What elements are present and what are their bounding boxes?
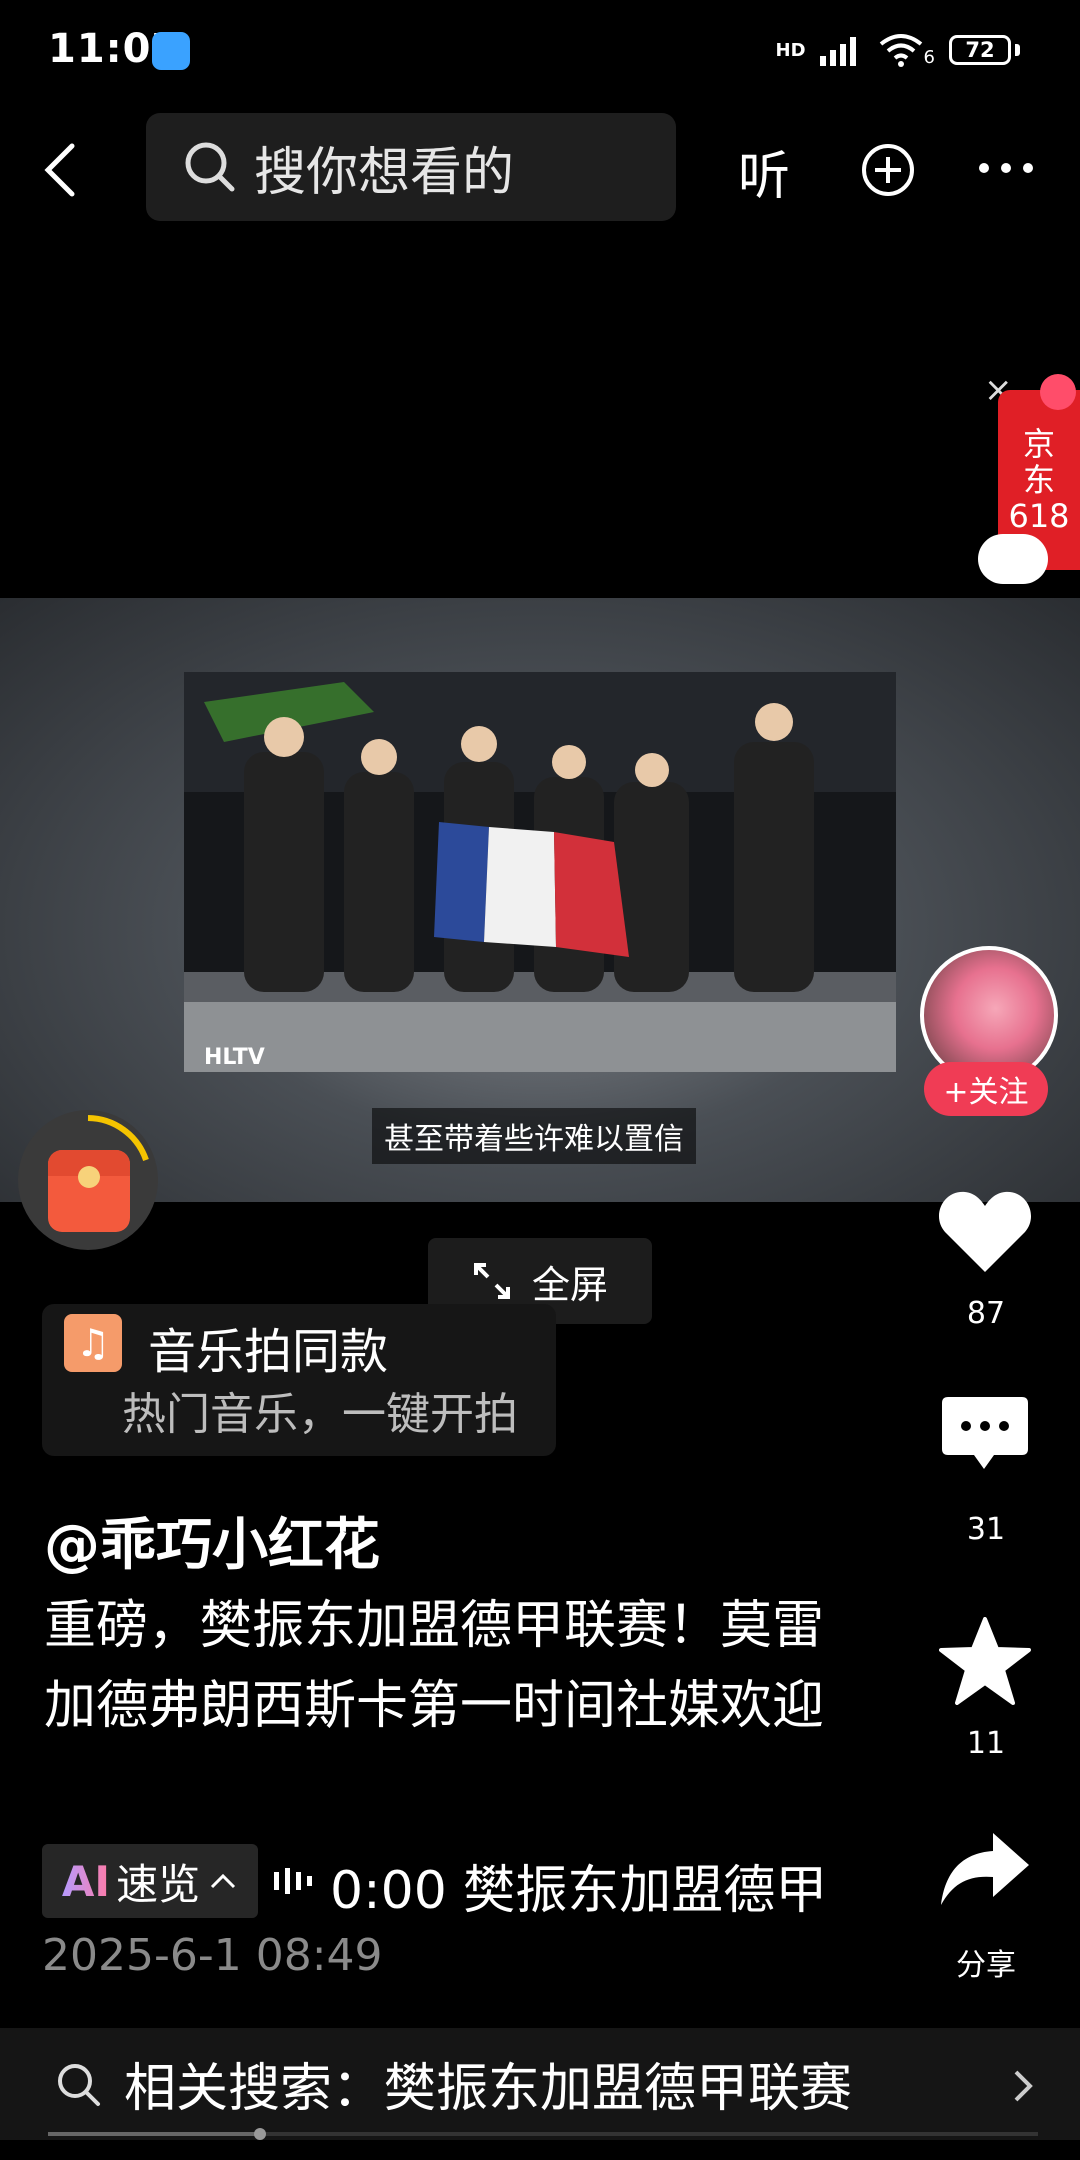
music-subtitle: 热门音乐，一键开拍 xyxy=(122,1389,518,1440)
wifi-index: 6 xyxy=(923,46,935,68)
video-progress-fill xyxy=(48,2132,258,2136)
favorite-count: 11 xyxy=(966,1726,1006,1761)
battery-tip xyxy=(1015,44,1020,56)
follow-button[interactable]: +关注 xyxy=(924,1062,1048,1116)
related-search-icon xyxy=(58,2064,100,2106)
more-icon[interactable] xyxy=(978,160,1034,176)
share-label: 分享 xyxy=(956,1948,1016,1983)
author-name[interactable]: @乖巧小红花 xyxy=(44,1500,380,1581)
music-title: 音乐拍同款 xyxy=(148,1324,389,1380)
video-progress-handle[interactable] xyxy=(254,2128,266,2140)
ad-mascot-icon xyxy=(978,534,1048,584)
comment-count: 31 xyxy=(966,1512,1006,1547)
red-packet-icon xyxy=(48,1150,130,1232)
video-subtitle: 甚至带着些许难以置信 xyxy=(372,1108,696,1164)
wifi-icon xyxy=(879,34,922,67)
star-icon xyxy=(939,1617,1031,1705)
video-frame[interactable]: HLTV xyxy=(184,672,896,1072)
back-icon[interactable] xyxy=(40,140,80,200)
music-note-icon: ♫ xyxy=(64,1314,122,1372)
hltv-watermark: HLTV xyxy=(204,1045,265,1070)
like-count: 87 xyxy=(966,1296,1006,1331)
battery-level: 72 xyxy=(965,38,995,62)
like-button[interactable] xyxy=(930,1176,1040,1286)
comment-icon xyxy=(942,1397,1028,1469)
expand-icon xyxy=(473,1263,510,1299)
post-description: 重磅，樊振东加盟德甲联赛！莫雷加德弗朗西斯卡第一时间社媒欢迎 xyxy=(44,1596,825,1736)
comment-button[interactable] xyxy=(930,1380,1040,1490)
ai-summary-preview: 0:00 樊振东加盟德甲 xyxy=(330,1861,828,1921)
ad-heart-icon xyxy=(1040,374,1076,410)
cloud-app-icon xyxy=(152,32,190,70)
hd-label: HD xyxy=(775,39,806,61)
post-date: 2025-6-1 08:49 xyxy=(42,1930,383,1981)
plus-circle-icon[interactable] xyxy=(860,142,916,198)
status-icons: HD 6 72 xyxy=(776,28,1020,72)
listen-button[interactable]: 听 xyxy=(738,134,790,209)
search-placeholder: 搜你想看的 xyxy=(254,142,515,203)
search-input[interactable]: 搜你想看的 xyxy=(146,113,676,221)
signal-icon xyxy=(819,37,856,66)
chevron-up-icon xyxy=(211,1873,236,1889)
fullscreen-label: 全屏 xyxy=(531,1262,608,1307)
ai-summary-button[interactable]: AI 速览 xyxy=(42,1844,258,1918)
heart-icon xyxy=(938,1191,1032,1272)
chevron-right-icon[interactable] xyxy=(1010,2066,1036,2106)
ai-summary-label: 速览 xyxy=(116,1859,201,1909)
share-button[interactable] xyxy=(930,1814,1040,1924)
audio-wave-icon xyxy=(274,1868,312,1894)
search-icon xyxy=(185,142,235,192)
video-still: HLTV xyxy=(184,672,896,1072)
battery-indicator: 72 xyxy=(949,35,1011,65)
related-search-text: 相关搜索：樊振东加盟德甲联赛 xyxy=(124,2059,853,2119)
favorite-button[interactable] xyxy=(930,1606,1040,1716)
ad-brand-1: 京 xyxy=(1022,425,1055,463)
ad-brand-2: 东 xyxy=(1022,461,1055,499)
share-icon xyxy=(941,1833,1029,1905)
ad-promo: 618 xyxy=(1008,497,1070,535)
ai-mark: AI xyxy=(61,1856,111,1906)
